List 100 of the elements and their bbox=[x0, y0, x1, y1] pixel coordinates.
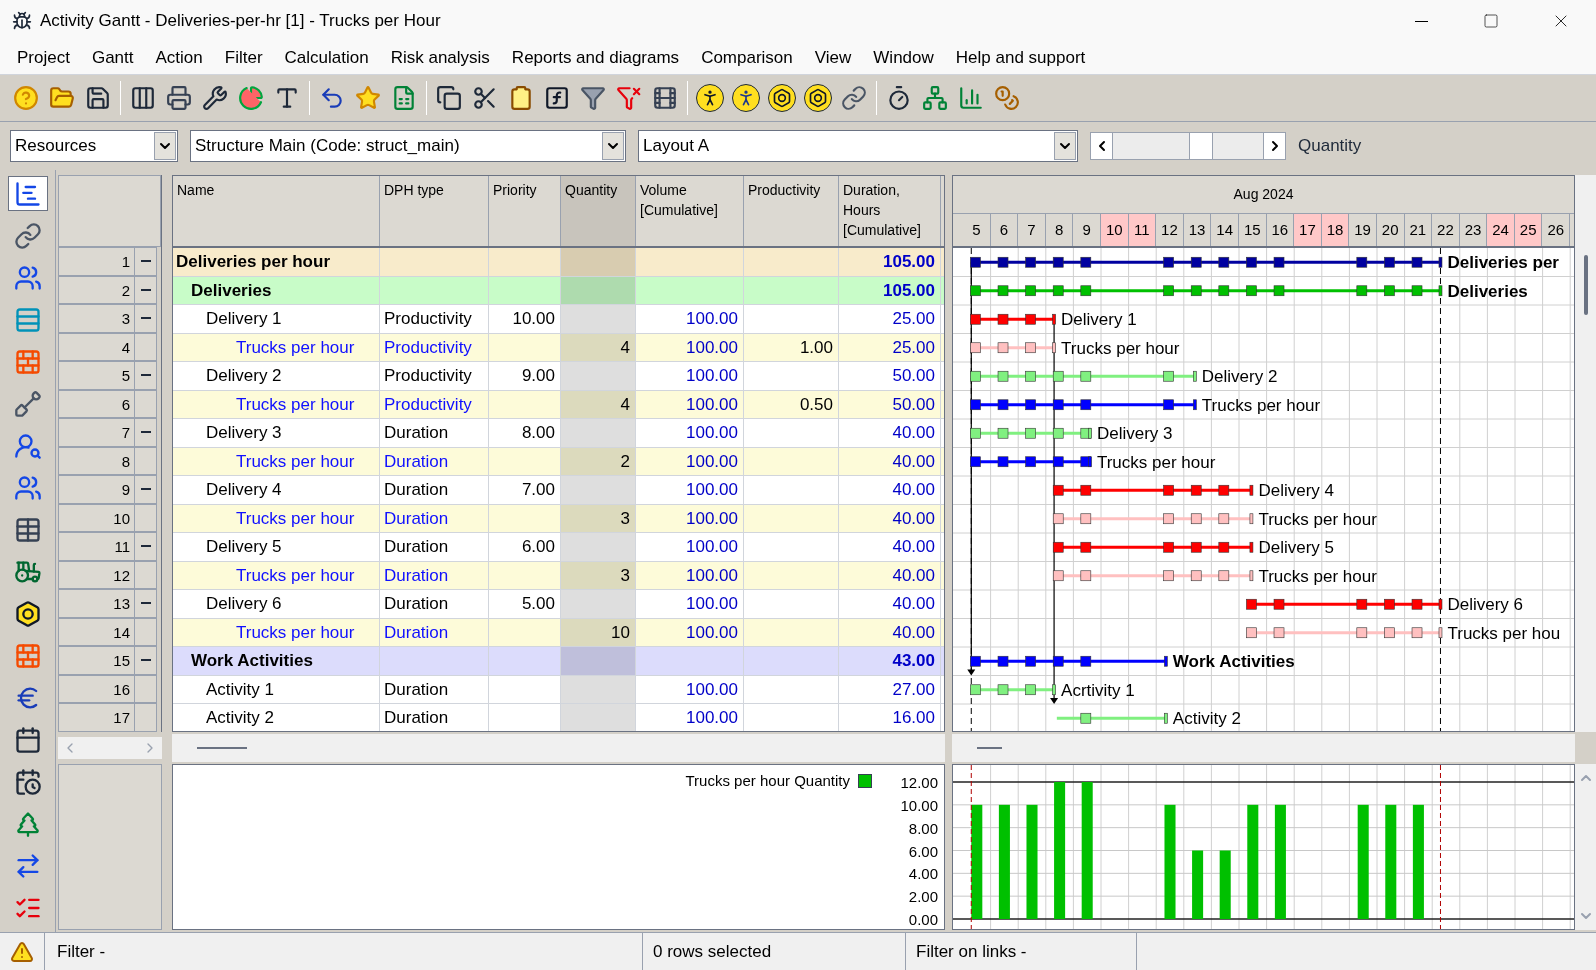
horizontal-scrollbar[interactable] bbox=[58, 737, 162, 759]
table-cell: Trucks per hour bbox=[173, 390, 380, 418]
horizontal-scrollbar[interactable] bbox=[952, 734, 1575, 762]
table-row[interactable]: Delivery 3 Duration 8.00 100.00 40.00 bbox=[173, 419, 944, 448]
bar-label: Delivery 6 bbox=[1447, 595, 1524, 615]
collapse-icon[interactable] bbox=[140, 431, 151, 434]
task-bar[interactable] bbox=[1246, 598, 1443, 610]
row-number: 6 bbox=[58, 389, 135, 418]
table-row[interactable]: Deliveries per hour 105.00 bbox=[173, 248, 944, 277]
task-bar[interactable] bbox=[970, 313, 1056, 325]
collapse-icon[interactable] bbox=[140, 659, 151, 662]
histogram-bar bbox=[1219, 850, 1231, 919]
menu-item[interactable]: Help and support bbox=[944, 45, 1097, 71]
table-row[interactable]: Trucks per hour Productivity 4 100.00 1.00 25.00 bbox=[173, 333, 944, 362]
column-header[interactable]: Productivity bbox=[744, 176, 839, 246]
menu-item[interactable]: Comparison bbox=[690, 45, 804, 71]
collapse-icon[interactable] bbox=[140, 288, 151, 291]
view-label: Quantity bbox=[1298, 135, 1362, 158]
column-header[interactable]: Quantity bbox=[561, 176, 636, 246]
menu-item[interactable]: Gantt bbox=[80, 45, 145, 71]
table-row[interactable]: Trucks per hour Duration 3 100.00 40.00 bbox=[173, 561, 944, 590]
table-row[interactable]: Delivery 5 Duration 6.00 100.00 40.00 bbox=[173, 533, 944, 562]
row-number: 9 bbox=[58, 475, 135, 504]
collapse-icon[interactable] bbox=[140, 545, 151, 548]
column-header[interactable]: DPH type bbox=[380, 176, 489, 246]
table-cell: Productivity bbox=[380, 333, 489, 361]
table-cell: Duration bbox=[380, 618, 489, 646]
table-row[interactable]: Trucks per hour Duration 3 100.00 40.00 bbox=[173, 504, 944, 533]
scrollbar-thumb[interactable] bbox=[1189, 133, 1213, 159]
table-cell: 50.00 bbox=[839, 390, 941, 418]
collapse-icon[interactable] bbox=[140, 260, 151, 263]
table-row[interactable]: Delivery 4 Duration 7.00 100.00 40.00 bbox=[173, 476, 944, 505]
axis-tick-label: 4.00 bbox=[908, 865, 938, 883]
table-row[interactable]: Trucks per hour Productivity 4 100.00 0.50 50.00 bbox=[173, 390, 944, 419]
column-header[interactable]: Volume [Cumulative] bbox=[636, 176, 744, 246]
task-bar[interactable] bbox=[970, 399, 1197, 411]
table-row[interactable]: Work Activities 43.00 bbox=[173, 647, 944, 676]
menu-item[interactable]: Calculation bbox=[273, 45, 380, 71]
menu-item[interactable]: Reports and diagrams bbox=[500, 45, 691, 71]
table-cell: 25.00 bbox=[839, 305, 941, 333]
bar-label: Delivery 1 bbox=[1061, 310, 1137, 330]
table-cell: 105.00 bbox=[839, 276, 941, 304]
table-cell: 100.00 bbox=[636, 590, 744, 618]
horizontal-scrollbar[interactable] bbox=[1090, 132, 1286, 160]
table-row[interactable]: Delivery 6 Duration 5.00 100.00 40.00 bbox=[173, 590, 944, 619]
table-cell: 40.00 bbox=[839, 561, 941, 589]
vertical-scrollbar[interactable] bbox=[1575, 764, 1596, 930]
vertical-scrollbar[interactable] bbox=[1583, 255, 1588, 315]
table-cell: 40.00 bbox=[839, 504, 941, 532]
task-bar[interactable] bbox=[970, 456, 1092, 468]
dropdown[interactable]: Structure Main (Code: struct_main) bbox=[190, 130, 626, 162]
table-cell: 40.00 bbox=[839, 419, 941, 447]
table-cell: Delivery 1 bbox=[173, 305, 380, 333]
menu-item[interactable]: Window bbox=[862, 45, 945, 71]
table-row[interactable]: Activity 1 Duration 100.00 27.00 bbox=[173, 675, 944, 704]
table-cell: 100.00 bbox=[636, 618, 744, 646]
table-cell: 100.00 bbox=[636, 390, 744, 418]
dropdown[interactable]: Layout A bbox=[638, 130, 1078, 162]
table-row[interactable]: Deliveries 105.00 bbox=[173, 276, 944, 305]
table-cell: Productivity bbox=[380, 390, 489, 418]
column-header[interactable]: Name bbox=[173, 176, 380, 246]
menu-item[interactable]: Project bbox=[6, 45, 81, 71]
table-row[interactable]: Trucks per hour Duration 10 100.00 40.00 bbox=[173, 618, 944, 647]
row-number: 14 bbox=[58, 617, 135, 646]
bar-label: Activity 2 bbox=[1172, 709, 1241, 729]
window-title: Activity Gantt - Deliveries-per-hr [1] - Trucks per Hour bbox=[40, 10, 441, 33]
table-cell: 25.00 bbox=[839, 333, 941, 361]
table-cell: Productivity bbox=[380, 305, 489, 333]
task-bar[interactable] bbox=[970, 655, 1168, 667]
collapse-icon[interactable] bbox=[140, 374, 151, 377]
task-bar[interactable] bbox=[1052, 541, 1254, 553]
day-header: 17 bbox=[1294, 214, 1322, 246]
collapse-icon[interactable] bbox=[140, 488, 151, 491]
table-cell: 100.00 bbox=[636, 533, 744, 561]
day-header: 18 bbox=[1321, 214, 1350, 246]
column-header[interactable]: Duration, Hours [Cumulative] bbox=[839, 176, 941, 246]
bar-label: Delivery 5 bbox=[1258, 538, 1334, 558]
table-row[interactable]: Delivery 1 Productivity 10.00 100.00 25.00 bbox=[173, 305, 944, 334]
table-cell: Work Activities bbox=[173, 647, 380, 675]
collapse-icon[interactable] bbox=[140, 602, 151, 605]
table-cell: Productivity bbox=[380, 362, 489, 390]
table-cell: 100.00 bbox=[636, 333, 744, 361]
menu-item[interactable]: View bbox=[803, 45, 863, 71]
task-bar[interactable] bbox=[1052, 484, 1254, 496]
bar-label: Trucks per hour bbox=[1258, 509, 1377, 529]
table-cell: 3 bbox=[561, 504, 636, 532]
task-bar[interactable] bbox=[970, 256, 1443, 268]
collapse-icon[interactable] bbox=[140, 317, 151, 320]
table-row[interactable]: Trucks per hour Duration 2 100.00 40.00 bbox=[173, 447, 944, 476]
table-row[interactable]: Delivery 2 Productivity 9.00 100.00 50.00 bbox=[173, 362, 944, 391]
gantt-icon[interactable] bbox=[7, 176, 48, 211]
menu-item[interactable]: Risk analysis bbox=[379, 45, 501, 71]
menu-item[interactable]: Filter bbox=[213, 45, 274, 71]
table-cell: 43.00 bbox=[839, 647, 941, 675]
dropdown[interactable]: Resources bbox=[10, 130, 178, 162]
table-cell: 40.00 bbox=[839, 618, 941, 646]
row-number: 5 bbox=[58, 361, 135, 390]
bar-label: Acrtivity 1 bbox=[1061, 680, 1135, 700]
menu-item[interactable]: Action bbox=[144, 45, 214, 71]
horizontal-scrollbar[interactable] bbox=[172, 734, 945, 762]
